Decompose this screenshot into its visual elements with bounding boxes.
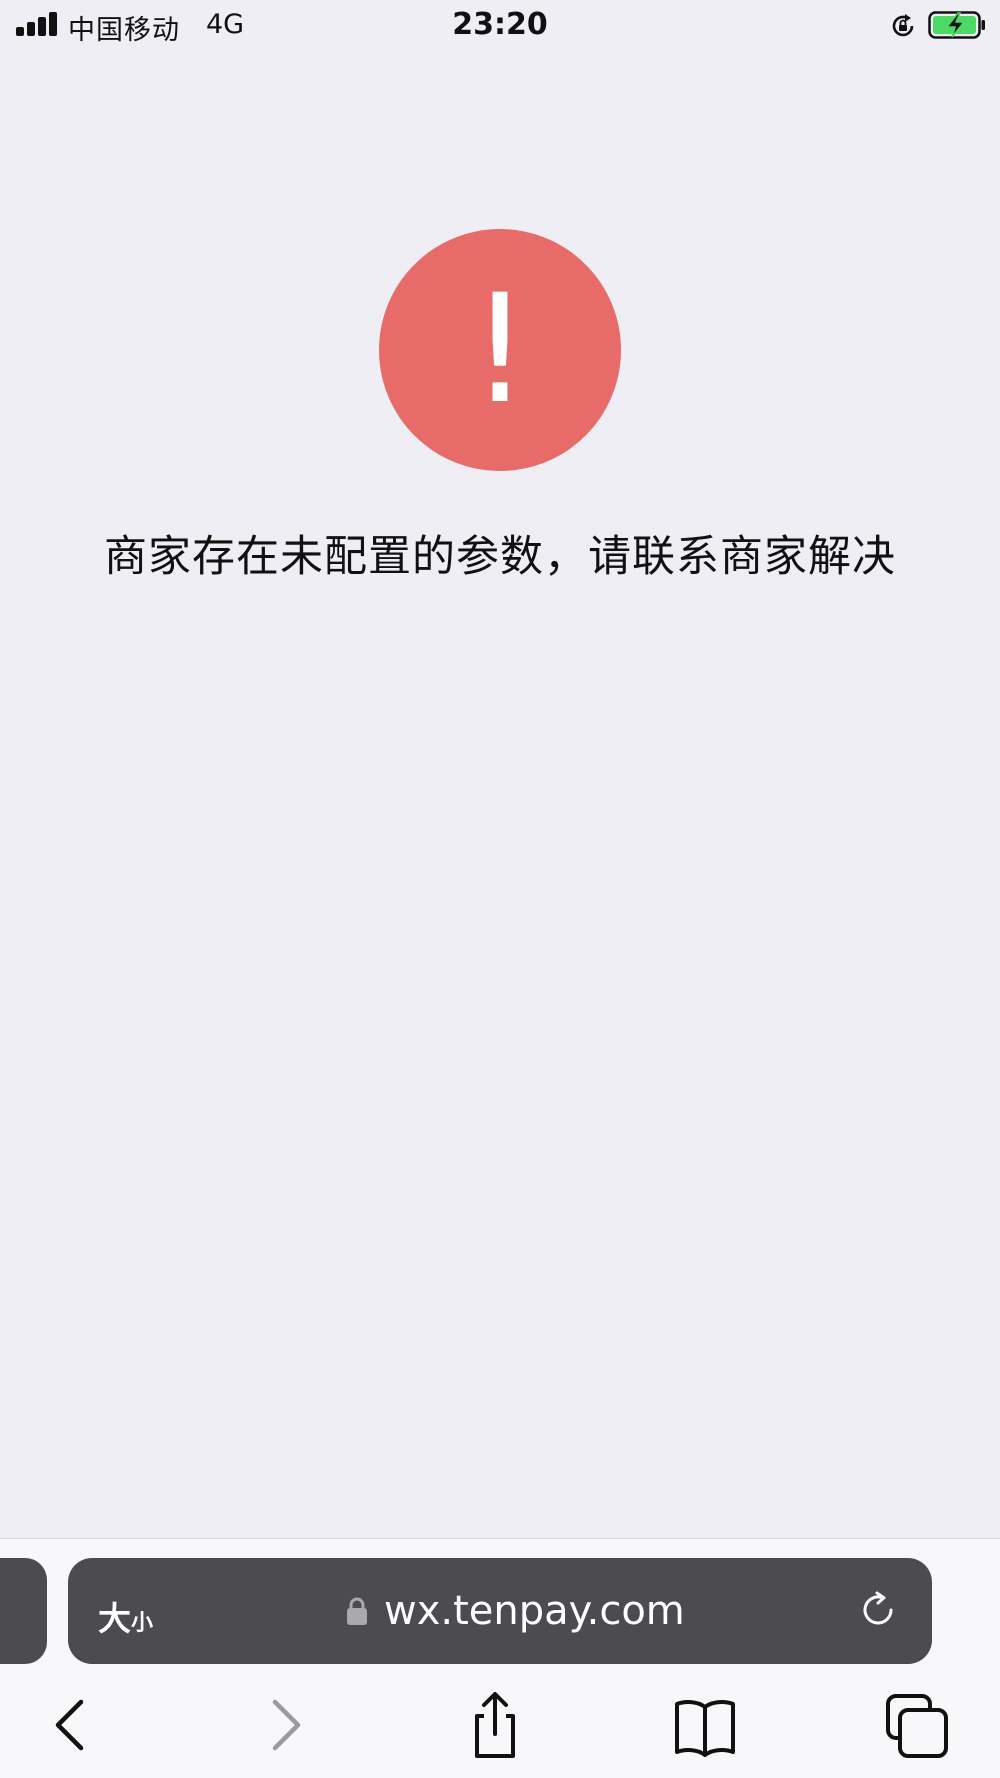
reload-icon[interactable] [858,1590,898,1630]
padlock-icon [347,1597,367,1625]
exclamation-mark: ! [469,263,531,437]
chevron-left-icon[interactable] [35,1690,105,1760]
error-message: 商家存在未配置的参数，请联系商家解决 [104,532,896,582]
text-size-large-label: 大 [98,1599,131,1638]
screen: 中国移动 4G 23:20 ! 商家存在未配置的参数，请联系商家解决 大小 wx… [0,0,1000,1778]
chevron-right-icon[interactable] [251,1690,321,1760]
status-bar: 中国移动 4G 23:20 [0,0,1000,50]
url-text[interactable]: wx.tenpay.com [384,1588,685,1634]
text-size-small-label: 小 [131,1611,154,1636]
text-size-button[interactable]: 大小 [98,1592,153,1640]
tabs-icon[interactable] [882,1690,952,1760]
orientation-lock-icon [892,14,914,37]
alert-icon: ! [379,229,621,471]
share-icon[interactable] [460,1690,530,1760]
battery-charging-icon [928,11,985,39]
book-icon[interactable] [670,1690,740,1760]
previous-tab-preview[interactable] [0,1558,47,1664]
status-time: 23:20 [452,7,548,42]
